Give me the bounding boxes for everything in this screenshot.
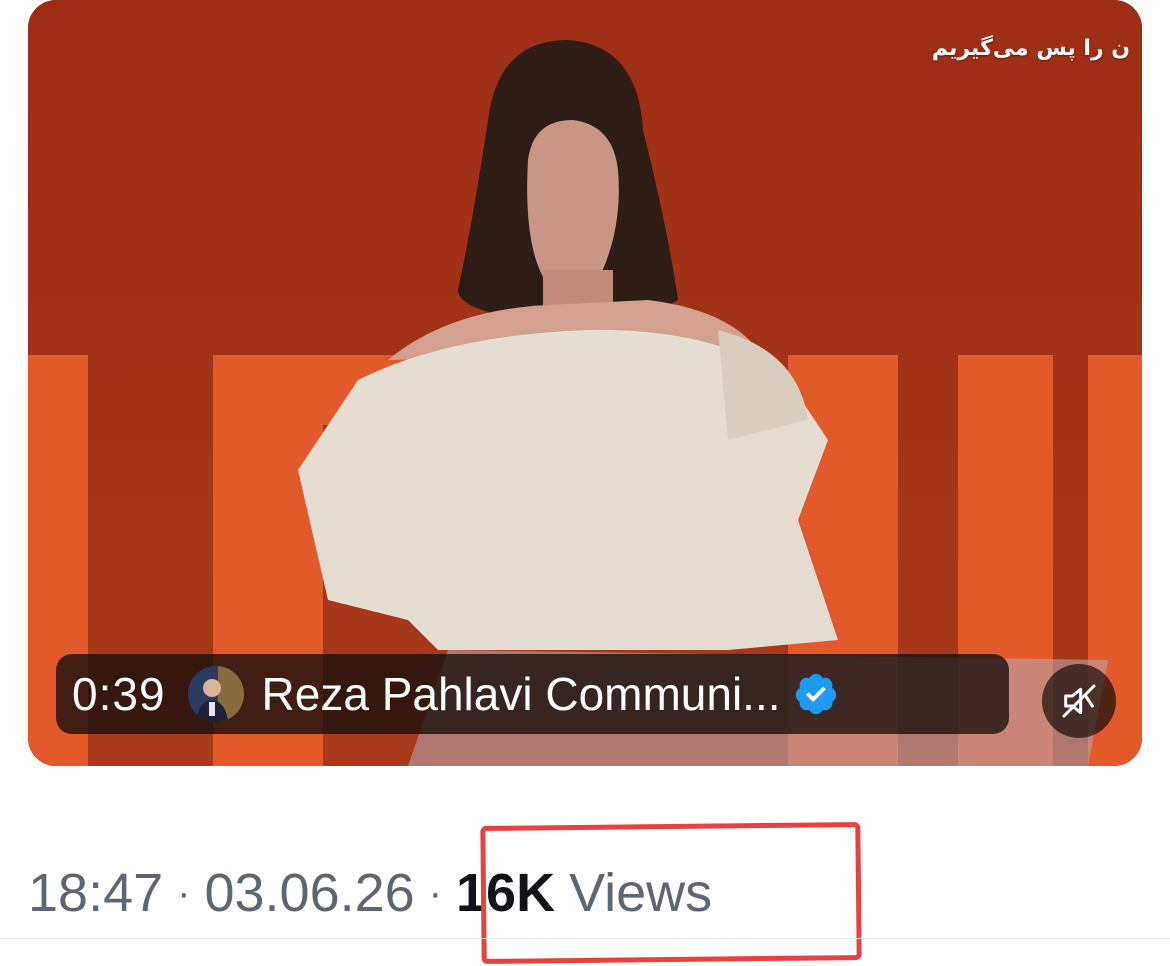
video-frame	[28, 0, 1142, 766]
meta-separator: ·	[177, 870, 191, 915]
mute-button[interactable]	[1042, 664, 1116, 738]
video-duration: 0:39	[72, 668, 166, 720]
divider	[0, 938, 1170, 939]
video-info-pill[interactable]: 0:39 Reza Pahlavi Communi...	[56, 654, 1009, 734]
avatar[interactable]	[187, 666, 244, 722]
verified-badge-icon	[795, 673, 836, 715]
account-name[interactable]: Reza Pahlavi Communi...	[262, 667, 781, 721]
meta-separator: ·	[428, 870, 442, 915]
video-player[interactable]: ن را پس می‌گیریم 0:39 Reza Pahlavi Commu…	[28, 0, 1142, 766]
highlight-annotation	[480, 822, 862, 964]
tweet-date[interactable]: 03.06.26	[204, 862, 414, 924]
tweet-time[interactable]: 18:47	[28, 862, 163, 924]
speaker-muted-icon	[1062, 684, 1096, 718]
video-overlay-caption: ن را پس می‌گیریم	[931, 36, 1130, 61]
